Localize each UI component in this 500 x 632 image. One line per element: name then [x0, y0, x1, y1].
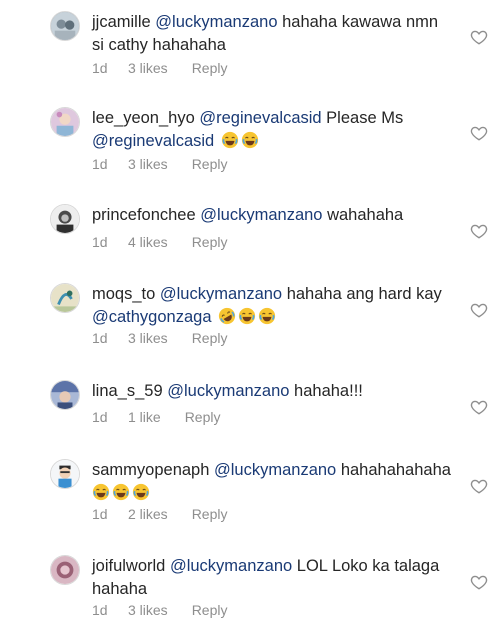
comment-username[interactable]: joifulworld [92, 557, 165, 575]
comment-mention[interactable]: @luckymanzano [214, 461, 336, 479]
comment-time: 1d [92, 156, 108, 172]
comment-likes[interactable]: 4 likes [128, 234, 168, 250]
avatar[interactable] [50, 283, 80, 313]
like-heart-icon[interactable] [470, 573, 488, 591]
photo-avatar-icon [51, 108, 79, 136]
photo-avatar-icon [51, 205, 79, 233]
comment-meta: 1d 3 likes Reply [92, 156, 227, 172]
comment-text: jjcamille @luckymanzano hahaha kawawa nm… [92, 11, 462, 57]
comment-meta: 1d 1 like Reply [92, 409, 220, 425]
avatar[interactable] [50, 459, 80, 489]
crying-laughing-emoji-icon [132, 483, 150, 501]
comment-likes[interactable]: 3 likes [128, 330, 168, 346]
comment-text: moqs_to @luckymanzano hahaha ang hard ka… [92, 283, 462, 329]
comment-meta: 1d 2 likes Reply [92, 506, 227, 522]
like-heart-icon[interactable] [470, 477, 488, 495]
comment-time: 1d [92, 506, 108, 522]
comment-mention[interactable]: @luckymanzano [200, 206, 322, 224]
crying-laughing-emoji-icon [241, 131, 259, 149]
comment-mention-2[interactable]: @cathygonzaga [92, 308, 212, 326]
comment-likes[interactable]: 2 likes [128, 506, 168, 522]
crying-laughing-emoji-icon [221, 131, 239, 149]
comment-mention[interactable]: @luckymanzano [160, 285, 282, 303]
reply-button[interactable]: Reply [192, 156, 228, 172]
comment-username[interactable]: moqs_to [92, 285, 155, 303]
comment-message: Please Ms [321, 109, 408, 127]
comment-mention[interactable]: @luckymanzano [167, 382, 289, 400]
comment-time: 1d [92, 234, 108, 250]
comment-meta: 1d 3 likes Reply [92, 60, 227, 76]
comment-username[interactable]: sammyopenaph [92, 461, 209, 479]
comment-text: princefonchee @luckymanzano wahahaha [92, 204, 462, 227]
comment-likes[interactable]: 3 likes [128, 60, 168, 76]
comment-time: 1d [92, 602, 108, 618]
comment-meta: 1d 3 likes Reply [92, 330, 227, 346]
comment-username[interactable]: lee_yeon_hyo [92, 109, 195, 127]
photo-avatar-icon [51, 381, 79, 409]
comment-message: hahaha!!! [289, 382, 363, 400]
comment-time: 1d [92, 330, 108, 346]
avatar[interactable] [50, 380, 80, 410]
comment-text: sammyopenaph @luckymanzano hahahahahaha [92, 459, 462, 505]
reply-button[interactable]: Reply [192, 602, 228, 618]
comment-text: joifulworld @luckymanzano LOL Loko ka ta… [92, 555, 462, 601]
comment-meta: 1d 4 likes Reply [92, 234, 227, 250]
avatar[interactable] [50, 107, 80, 137]
crying-laughing-emoji-icon [238, 307, 256, 325]
comment-mention-2[interactable]: @reginevalcasid [92, 132, 214, 150]
reply-button[interactable]: Reply [185, 409, 221, 425]
like-heart-icon[interactable] [470, 301, 488, 319]
like-heart-icon[interactable] [470, 28, 488, 46]
like-heart-icon[interactable] [470, 222, 488, 240]
comment-mention[interactable]: @luckymanzano [155, 13, 277, 31]
comment-mention[interactable]: @reginevalcasid [199, 109, 321, 127]
comment-text: lina_s_59 @luckymanzano hahaha!!! [92, 380, 462, 403]
comment-likes[interactable]: 3 likes [128, 602, 168, 618]
photo-avatar-icon [51, 12, 79, 40]
comment-time: 1d [92, 60, 108, 76]
photo-avatar-icon [51, 284, 79, 312]
comment-text: lee_yeon_hyo @reginevalcasid Please Ms @… [92, 107, 462, 153]
photo-avatar-icon [51, 556, 79, 584]
avatar[interactable] [50, 204, 80, 234]
rolling-laughing-emoji-icon [218, 307, 236, 325]
crying-laughing-emoji-icon [258, 307, 276, 325]
comment-message: wahahaha [322, 206, 404, 224]
reply-button[interactable]: Reply [192, 60, 228, 76]
cartoon-avatar-icon [51, 460, 79, 488]
comment-username[interactable]: princefonchee [92, 206, 196, 224]
reply-button[interactable]: Reply [192, 234, 228, 250]
comment-meta: 1d 3 likes Reply [92, 602, 227, 618]
comment-time: 1d [92, 409, 108, 425]
avatar[interactable] [50, 11, 80, 41]
like-heart-icon[interactable] [470, 124, 488, 142]
crying-laughing-emoji-icon [112, 483, 130, 501]
comment-mention[interactable]: @luckymanzano [170, 557, 292, 575]
comment-username[interactable]: jjcamille [92, 13, 151, 31]
comment-likes[interactable]: 1 like [128, 409, 161, 425]
crying-laughing-emoji-icon [92, 483, 110, 501]
comment-message: hahahahahaha [340, 461, 451, 479]
like-heart-icon[interactable] [470, 398, 488, 416]
reply-button[interactable]: Reply [192, 506, 228, 522]
reply-button[interactable]: Reply [192, 330, 228, 346]
comment-message: hahaha ang hard kay [286, 285, 442, 303]
comment-username[interactable]: lina_s_59 [92, 382, 163, 400]
avatar[interactable] [50, 555, 80, 585]
comment-likes[interactable]: 3 likes [128, 156, 168, 172]
